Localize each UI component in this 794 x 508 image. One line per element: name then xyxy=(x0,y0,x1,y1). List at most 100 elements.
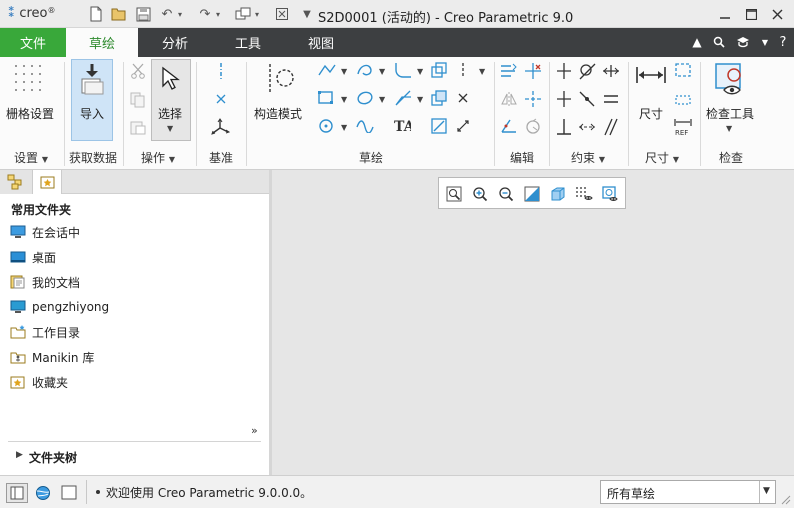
learning-connector-icon[interactable] xyxy=(734,33,752,51)
centerline-dropdown-icon[interactable]: ▼ xyxy=(479,67,485,76)
thicken-icon[interactable] xyxy=(431,90,447,109)
equal-constraint-icon[interactable] xyxy=(602,90,620,111)
coincident-constraint-icon[interactable] xyxy=(578,90,596,111)
centerline-icon[interactable] xyxy=(213,62,229,83)
folder-item-my-documents[interactable]: 我的文档 xyxy=(10,271,80,293)
browser-icon[interactable] xyxy=(34,485,52,504)
datum-display-icon[interactable] xyxy=(575,185,593,203)
zoom-in-icon[interactable] xyxy=(471,185,489,203)
rectangle-dropdown-icon[interactable]: ▼ xyxy=(341,95,347,104)
select-dropdown-icon[interactable]: ▼ xyxy=(167,124,173,133)
tab-analysis[interactable]: 分析 xyxy=(138,28,212,57)
maximize-icon[interactable] xyxy=(740,4,762,24)
redo-dropdown-icon[interactable]: ▾ xyxy=(213,5,223,23)
folder-item-pengzhiyong[interactable]: pengzhiyong xyxy=(10,296,109,318)
horizontal-constraint-icon[interactable] xyxy=(555,90,573,111)
line-dropdown-icon[interactable]: ▼ xyxy=(341,67,347,76)
full-screen-icon[interactable] xyxy=(61,485,77,503)
tab-folder-browser[interactable] xyxy=(32,170,62,194)
coordinate-system-icon[interactable] xyxy=(211,118,231,141)
folder-item-in-session[interactable]: 在会话中 xyxy=(10,221,80,243)
fillet-dropdown-icon[interactable]: ▼ xyxy=(417,67,423,76)
circle-icon[interactable] xyxy=(318,118,334,137)
undo-icon[interactable]: ↶ xyxy=(158,5,176,23)
collapse-ribbon-icon[interactable]: ▲ xyxy=(688,33,706,51)
folder-item-favorites[interactable]: 收藏夹 xyxy=(10,371,68,393)
group-constrain-label[interactable]: 约束 ▼ xyxy=(571,149,605,166)
fillet-icon[interactable] xyxy=(394,62,412,81)
search-icon[interactable] xyxy=(710,33,728,51)
centerline-sketch-icon[interactable] xyxy=(458,62,468,81)
graphics-window[interactable] xyxy=(272,170,794,475)
datum-point-icon[interactable] xyxy=(213,91,229,110)
undo-dropdown-icon[interactable]: ▾ xyxy=(175,5,185,23)
perpendicular-constraint-icon[interactable] xyxy=(555,118,573,139)
ellipse-icon[interactable] xyxy=(356,90,374,109)
tangent-constraint-icon[interactable] xyxy=(578,62,596,83)
cut-icon[interactable] xyxy=(130,63,146,82)
chamfer-dropdown-icon[interactable]: ▼ xyxy=(417,95,423,104)
line-icon[interactable] xyxy=(318,63,336,80)
folder-tree-label[interactable]: 文件夹树 xyxy=(29,449,77,466)
zoom-out-icon[interactable] xyxy=(497,185,515,203)
help-icon[interactable]: ? xyxy=(774,33,792,51)
group-dimension-label[interactable]: 尺寸 ▼ xyxy=(645,149,679,166)
display-style-icon[interactable] xyxy=(549,185,567,203)
offset-icon[interactable] xyxy=(431,62,447,81)
rectangle-icon[interactable] xyxy=(318,91,334,108)
tab-tools[interactable]: 工具 xyxy=(212,28,284,57)
regenerate-dropdown-icon[interactable]: ▾ xyxy=(252,5,262,23)
arc-dropdown-icon[interactable]: ▼ xyxy=(379,67,385,76)
open-file-icon[interactable] xyxy=(110,5,128,23)
tab-file[interactable]: 文件 xyxy=(0,28,66,57)
spline-icon[interactable] xyxy=(356,119,374,136)
circle-dropdown-icon[interactable]: ▼ xyxy=(341,123,347,132)
parallel-constraint-icon[interactable] xyxy=(602,118,620,139)
learning-dropdown-icon[interactable]: ▼ xyxy=(756,33,774,51)
construction-mode-button[interactable]: 构造模式 xyxy=(254,105,302,122)
folder-item-desktop[interactable]: 桌面 xyxy=(10,246,56,268)
resize-grip-icon[interactable] xyxy=(781,494,791,508)
dimension-button[interactable]: 尺寸 xyxy=(639,105,663,122)
mirror-icon[interactable] xyxy=(500,91,518,110)
refit-icon[interactable] xyxy=(445,185,463,203)
corner-icon[interactable] xyxy=(500,118,518,137)
save-icon[interactable] xyxy=(134,5,152,23)
close-icon[interactable] xyxy=(766,4,788,24)
symmetric-constraint-icon[interactable] xyxy=(578,118,596,139)
project-icon[interactable] xyxy=(431,118,447,137)
tab-view[interactable]: 视图 xyxy=(284,28,358,57)
minimize-icon[interactable] xyxy=(714,4,736,24)
modify-icon[interactable] xyxy=(500,63,518,82)
construction-mode-icon[interactable] xyxy=(264,62,296,97)
delete-segment-icon[interactable] xyxy=(524,62,542,83)
quick-access-customize-icon[interactable]: ▼ xyxy=(298,5,316,23)
grid-settings-button[interactable]: 栅格设置 xyxy=(6,105,54,122)
ellipse-dropdown-icon[interactable]: ▼ xyxy=(379,95,385,104)
group-operations-label[interactable]: 操作 ▼ xyxy=(141,149,175,166)
close-window-icon[interactable] xyxy=(273,5,291,23)
palette-icon[interactable] xyxy=(455,118,471,137)
inspect-tools-button[interactable]: 检查工具 xyxy=(706,105,754,122)
copy-icon[interactable] xyxy=(130,92,146,111)
text-icon[interactable]: TA xyxy=(393,118,416,137)
tab-model-tree[interactable] xyxy=(0,170,32,194)
group-setup-label[interactable]: 设置 ▼ xyxy=(14,149,48,166)
regenerate-icon[interactable] xyxy=(234,5,252,23)
paste-icon[interactable] xyxy=(130,119,146,138)
selection-filter-dropdown[interactable]: 所有草绘 ▼ xyxy=(600,480,776,504)
vertical-constraint-icon[interactable] xyxy=(555,62,573,83)
point-icon[interactable] xyxy=(456,91,470,108)
rotate-resize-icon[interactable] xyxy=(524,118,542,139)
repaint-icon[interactable] xyxy=(523,185,541,203)
folder-item-manikin-library[interactable]: Manikin 库 xyxy=(10,346,94,368)
folder-item-working-directory[interactable]: 工作目录 xyxy=(10,321,80,343)
tab-sketch[interactable]: 草绘 xyxy=(66,28,138,57)
folder-tree-expand-icon[interactable]: ▶ xyxy=(16,450,23,460)
toggle-navigator-button[interactable] xyxy=(6,483,28,503)
baseline-icon[interactable] xyxy=(674,92,692,111)
expand-more-icon[interactable]: » xyxy=(251,424,258,437)
chamfer-icon[interactable] xyxy=(394,90,412,109)
inspect-tools-dropdown-icon[interactable]: ▼ xyxy=(726,124,732,133)
redo-icon[interactable]: ↷ xyxy=(196,5,214,23)
